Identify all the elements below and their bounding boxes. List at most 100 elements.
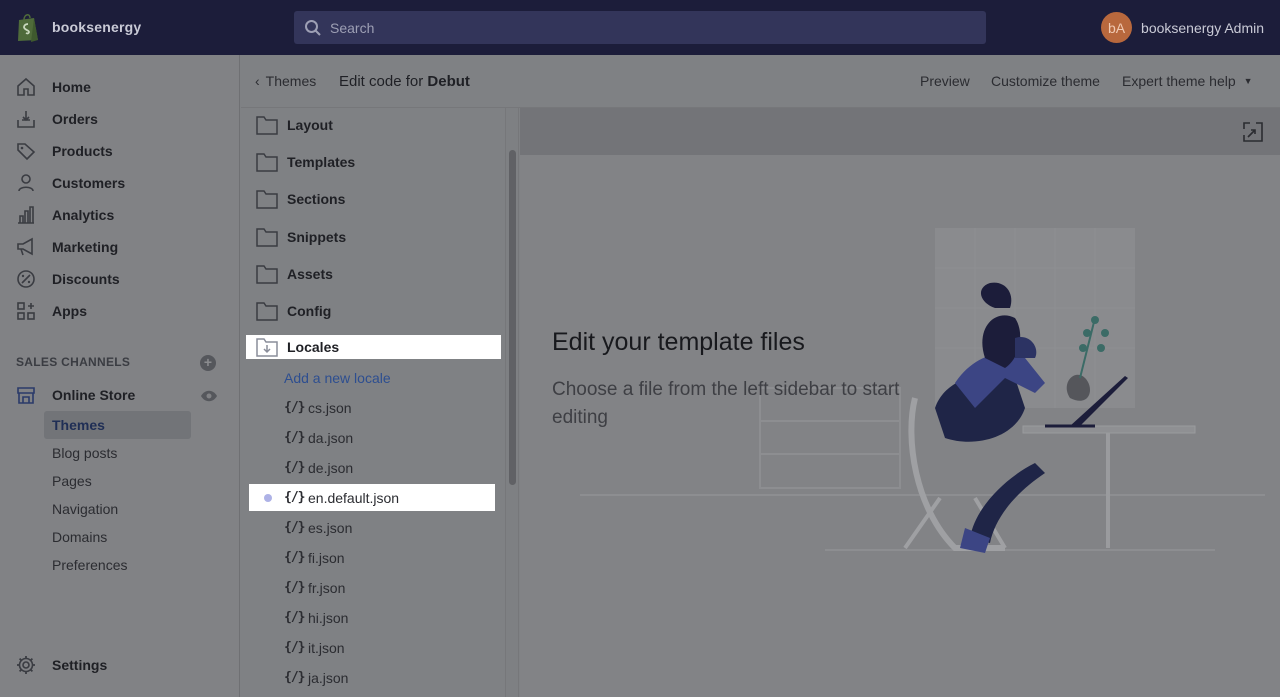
expert-help-button[interactable]: Expert theme help ▼ (1122, 73, 1253, 89)
file-item[interactable]: {/} ja.json (249, 664, 495, 691)
file-tree-scrollbar[interactable] (505, 108, 519, 697)
search-input[interactable]: Search (294, 11, 986, 44)
nav-sub-navigation[interactable]: Navigation (44, 495, 191, 523)
orders-icon (17, 111, 35, 128)
folder-label: Assets (287, 266, 333, 282)
file-item[interactable]: {/} hi.json (249, 604, 495, 631)
add-sales-channel-button[interactable]: + (200, 355, 216, 371)
user-name: booksenergy Admin (1141, 19, 1264, 36)
nav-label: Online Store (52, 387, 136, 403)
folder-icon (256, 265, 278, 284)
json-file-icon: {/} (284, 640, 306, 655)
tag-icon (17, 143, 36, 161)
json-file-icon: {/} (284, 550, 306, 565)
folder-sections[interactable]: Sections (246, 187, 501, 211)
json-file-icon: {/} (284, 430, 306, 445)
nav-item-online-store[interactable]: Online Store (16, 383, 135, 407)
file-name: es.json (308, 519, 353, 536)
nav-item-analytics[interactable]: Analytics (16, 203, 114, 227)
nav-item-customers[interactable]: Customers (16, 171, 125, 195)
folder-templates[interactable]: Templates (246, 150, 501, 174)
shopify-bag-icon (18, 14, 38, 42)
folder-assets[interactable]: Assets (246, 262, 501, 286)
file-item[interactable]: {/} de.json (249, 454, 495, 481)
nav-label: Home (52, 79, 91, 95)
file-name: fi.json (308, 549, 345, 566)
nav-label: Settings (52, 657, 108, 673)
json-file-icon: {/} (284, 610, 306, 625)
discount-icon (17, 270, 35, 288)
page-title: Edit code for Debut (339, 73, 470, 90)
file-item[interactable]: {/} it.json (249, 634, 495, 661)
title-prefix: Edit code for (339, 73, 424, 90)
chevron-left-icon: ‹ (255, 73, 260, 89)
person-icon (18, 174, 34, 192)
nav-label: Marketing (52, 239, 119, 255)
avatar: bA (1101, 12, 1133, 43)
folder-label: Templates (287, 154, 356, 170)
folder-layout[interactable]: Layout (246, 113, 501, 137)
folder-config[interactable]: Config (246, 299, 501, 323)
folder-icon (256, 190, 278, 209)
file-item[interactable]: {/} da.json (249, 424, 495, 451)
json-file-icon: {/} (284, 670, 306, 685)
preview-button[interactable]: Preview (920, 73, 970, 89)
file-name: da.json (308, 429, 354, 446)
nav-item-discounts[interactable]: Discounts (16, 267, 120, 291)
apps-icon (17, 302, 35, 320)
empty-state-subtitle: Choose a file from the left sidebar to s… (552, 379, 900, 428)
megaphone-icon (17, 237, 33, 256)
nav-sub-pages[interactable]: Pages (44, 467, 191, 495)
user-menu[interactable]: bA booksenergy Admin (1101, 12, 1264, 43)
gear-icon (17, 656, 35, 674)
top-bar: booksenergy Search bA booksenergy Admin (0, 0, 1280, 55)
nav-sub-preferences[interactable]: Preferences (44, 551, 191, 579)
file-name: cs.json (308, 399, 352, 416)
file-item[interactable]: {/} es.json (249, 514, 495, 541)
scrollbar-thumb[interactable] (509, 150, 516, 485)
nav-item-settings[interactable]: Settings (16, 653, 107, 677)
folder-icon (256, 116, 278, 135)
expert-help-label: Expert theme help (1122, 73, 1236, 89)
nav-sub-blog-posts[interactable]: Blog posts (44, 439, 191, 467)
folder-locales[interactable]: Locales (246, 335, 501, 359)
nav-sub-themes[interactable]: Themes (44, 411, 191, 439)
json-file-icon: {/} (284, 520, 306, 535)
editor-header: ‹ Themes Edit code for Debut Preview Cus… (241, 55, 1280, 108)
folder-snippets[interactable]: Snippets (246, 225, 501, 249)
store-icon (17, 387, 35, 404)
nav-label: Customers (52, 175, 126, 191)
store-brand[interactable]: booksenergy (16, 12, 141, 42)
add-new-locale-link[interactable]: Add a new locale (284, 370, 391, 386)
left-navigation: Home Orders Products Customers Analytics… (0, 55, 240, 697)
expand-icon[interactable] (1242, 121, 1264, 143)
nav-item-marketing[interactable]: Marketing (16, 235, 118, 259)
search-placeholder: Search (330, 19, 375, 36)
store-name: booksenergy (52, 19, 142, 35)
nav-sub-domains[interactable]: Domains (44, 523, 191, 551)
eye-icon[interactable] (200, 389, 218, 403)
json-file-icon: {/} (284, 490, 306, 505)
json-file-icon: {/} (284, 460, 306, 475)
nav-item-orders[interactable]: Orders (16, 107, 98, 131)
theme-name: Debut (427, 73, 470, 90)
search-icon (305, 19, 321, 36)
file-item[interactable]: {/} cs.json (249, 394, 495, 421)
customize-theme-button[interactable]: Customize theme (991, 73, 1100, 89)
file-item[interactable]: {/} fr.json (249, 574, 495, 601)
nav-item-products[interactable]: Products (16, 139, 113, 163)
file-item-selected[interactable]: {/} en.default.json (249, 484, 495, 511)
bar-chart-icon (18, 206, 34, 224)
nav-item-apps[interactable]: Apps (16, 299, 87, 323)
illustration-person-at-laptop (580, 228, 1265, 553)
file-name: de.json (308, 459, 354, 476)
folder-label: Sections (287, 191, 346, 207)
back-to-themes-link[interactable]: ‹ Themes (255, 73, 316, 89)
folder-label: Locales (287, 339, 340, 355)
folder-icon (256, 153, 278, 172)
nav-label: Discounts (52, 271, 120, 287)
file-name: it.json (308, 639, 345, 656)
file-item[interactable]: {/} fi.json (249, 544, 495, 571)
nav-item-home[interactable]: Home (16, 75, 91, 99)
file-name: hi.json (308, 609, 349, 626)
